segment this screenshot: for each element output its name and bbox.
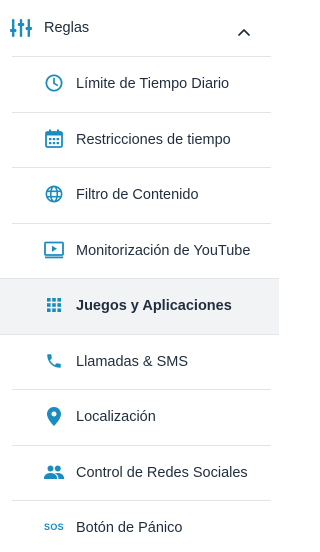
divider xyxy=(12,167,271,168)
menu-item-label: Localización xyxy=(76,409,156,425)
calendar-icon xyxy=(44,129,64,149)
divider xyxy=(12,500,271,501)
location-pin-icon xyxy=(44,406,64,426)
menu-item-content-filter[interactable]: Filtro de Contenido xyxy=(0,167,279,223)
rules-menu: Reglas Límite de Tiempo Diario Restricci… xyxy=(0,0,279,552)
divider xyxy=(12,222,271,224)
menu-item-time-restrictions[interactable]: Restricciones de tiempo xyxy=(0,111,279,168)
globe-icon xyxy=(44,184,64,204)
divider xyxy=(0,278,279,279)
menu-item-calls-sms[interactable]: Llamadas & SMS xyxy=(0,333,279,390)
rules-section-header[interactable]: Reglas xyxy=(0,0,279,56)
apps-grid-icon xyxy=(44,295,64,315)
menu-item-label: Botón de Pánico xyxy=(76,520,183,536)
menu-item-panic-button[interactable]: SOS Botón de Pánico xyxy=(0,500,279,552)
clock-icon xyxy=(44,73,64,93)
menu-item-label: Llamadas & SMS xyxy=(76,353,189,370)
people-icon xyxy=(44,462,64,482)
menu-item-social-networks[interactable]: Control de Redes Sociales xyxy=(0,444,279,501)
menu-item-label: Restricciones de tiempo xyxy=(76,131,231,148)
menu-item-label: Filtro de Contenido xyxy=(76,187,199,203)
menu-item-label: Monitorización de YouTube xyxy=(76,242,251,259)
menu-item-games-apps[interactable]: Juegos y Aplicaciones xyxy=(0,278,279,334)
menu-item-youtube-monitoring[interactable]: Monitorización de YouTube xyxy=(0,222,279,279)
divider xyxy=(12,111,271,113)
menu-item-label: Control de Redes Sociales xyxy=(76,464,248,481)
rules-list: Límite de Tiempo Diario Restricciones de… xyxy=(0,56,279,552)
rules-section-title: Reglas xyxy=(44,20,90,36)
divider xyxy=(12,389,271,390)
sos-icon: SOS xyxy=(44,517,64,537)
divider xyxy=(12,444,271,446)
chevron-up-icon[interactable] xyxy=(238,23,250,36)
menu-item-label: Límite de Tiempo Diario xyxy=(76,76,230,92)
youtube-icon xyxy=(44,240,64,260)
sos-icon-text: SOS xyxy=(44,522,64,532)
menu-item-daily-time-limit[interactable]: Límite de Tiempo Diario xyxy=(0,56,279,112)
divider xyxy=(12,56,271,57)
divider xyxy=(0,333,279,335)
sliders-icon xyxy=(10,17,32,39)
phone-icon xyxy=(44,351,64,371)
menu-item-location[interactable]: Localización xyxy=(0,389,279,445)
menu-item-label: Juegos y Aplicaciones xyxy=(76,298,232,314)
